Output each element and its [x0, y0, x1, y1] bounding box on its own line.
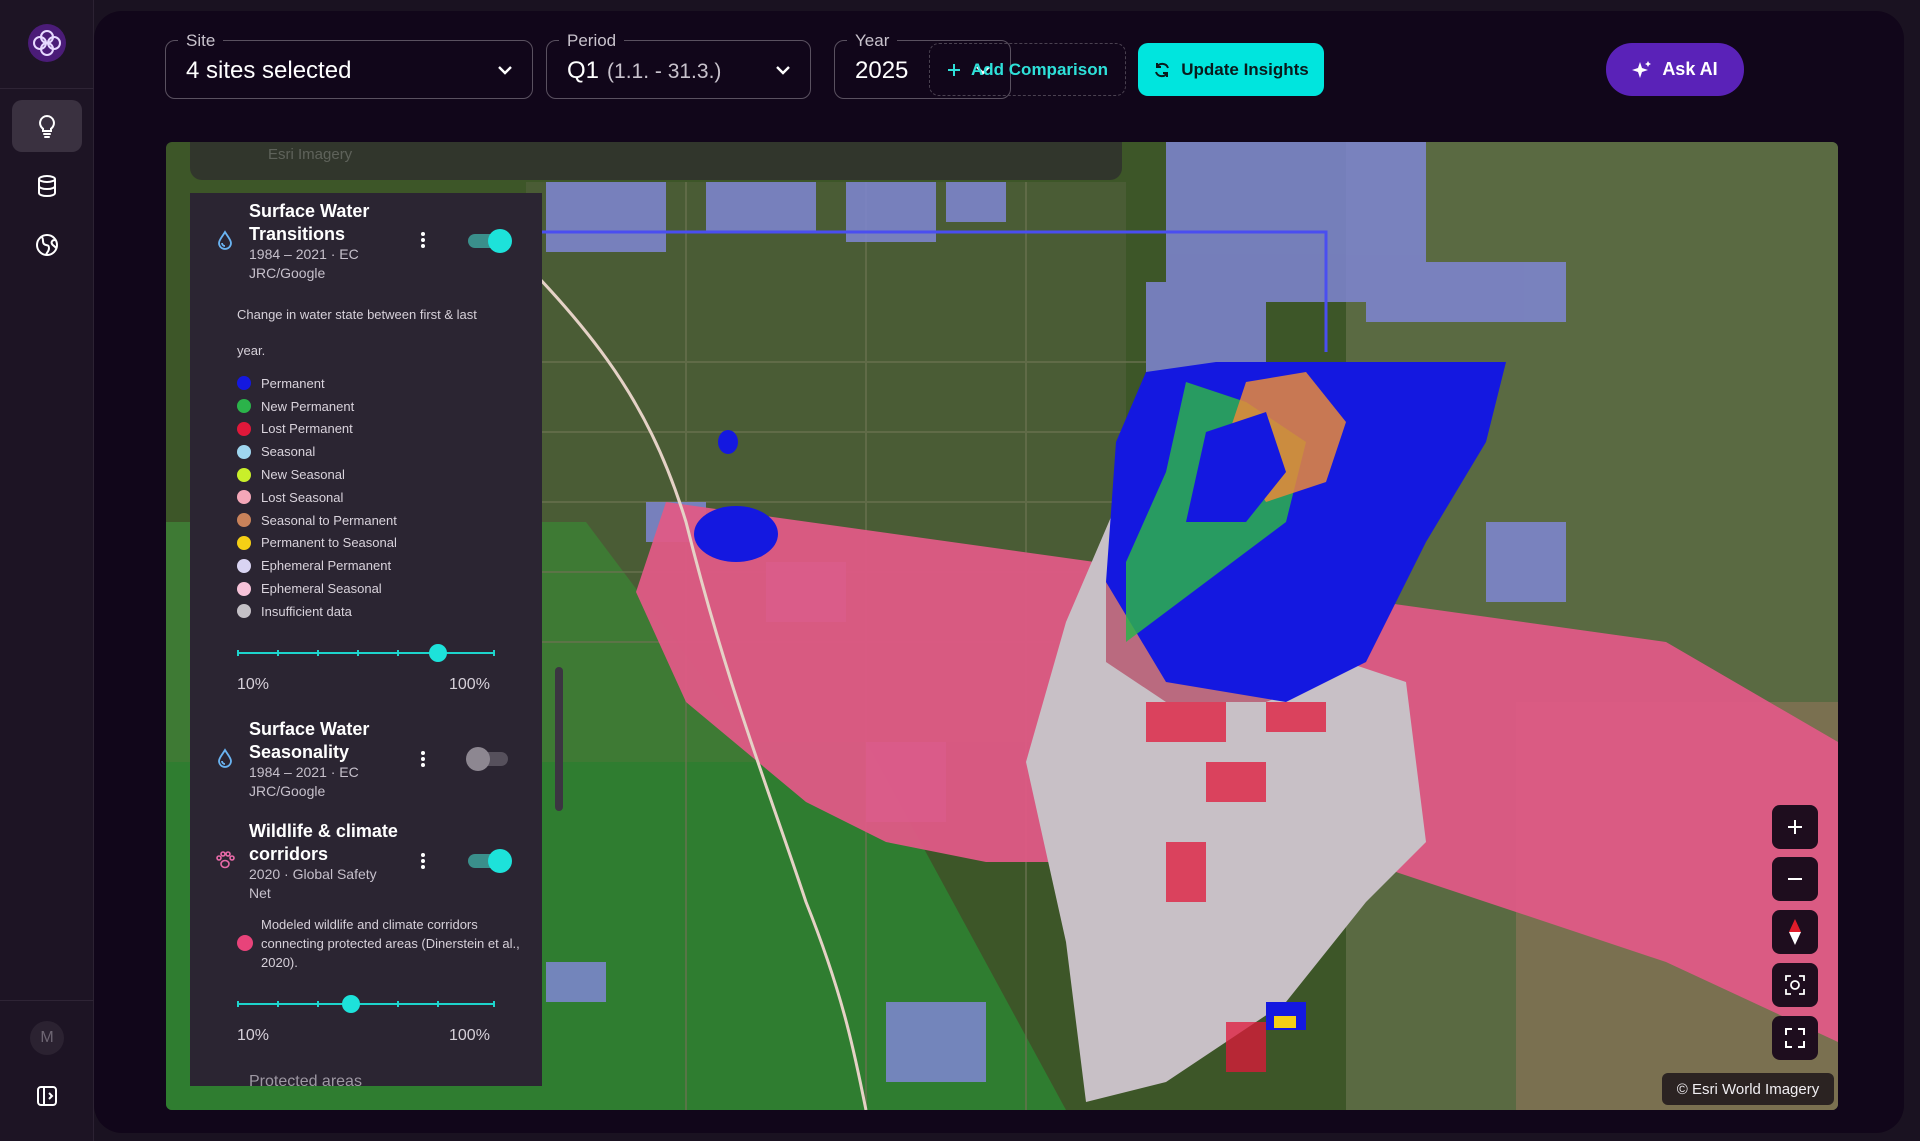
legend-item: Ephemeral Seasonal: [237, 577, 397, 600]
insights-nav-button[interactable]: [12, 100, 82, 152]
plus-icon: [948, 63, 961, 76]
more-options-icon[interactable]: [420, 750, 426, 768]
year-value: 2025: [855, 57, 909, 84]
locate-icon: [1785, 975, 1805, 995]
water-drop-icon: [218, 230, 232, 250]
legend-swatch: [237, 513, 251, 528]
period-label: Period: [559, 31, 625, 51]
data-nav-button[interactable]: [12, 160, 82, 212]
navigation-rail: M: [0, 0, 94, 1141]
legend-item: Lost Permanent: [237, 418, 397, 441]
collapse-sidebar-button[interactable]: [12, 1070, 82, 1122]
legend-swatch: [237, 935, 253, 951]
site-select[interactable]: Site 4 sites selected: [165, 31, 533, 99]
legend-swatch: [237, 558, 251, 573]
site-label: Site: [178, 31, 224, 51]
legend-swatch: [237, 421, 251, 436]
legend-item: Lost Seasonal: [237, 486, 397, 509]
layer-title-surface-water-seasonality: Surface Water Seasonality: [249, 719, 370, 762]
layer-toggle-wildlife-corridors[interactable]: [468, 849, 512, 873]
chevron-down-icon: [498, 66, 512, 75]
refresh-icon: [1155, 62, 1170, 77]
layer-meta: 1984 – 2021 · EC JRC/Google: [249, 246, 359, 281]
legend-swatch: [237, 490, 251, 505]
compass-icon: [1789, 919, 1801, 945]
map-toolbar: Esri Imagery: [190, 142, 1122, 180]
sidebar-panel-icon: [37, 1086, 57, 1106]
legend-swatch: [237, 399, 251, 414]
fullscreen-icon: [1785, 1028, 1805, 1048]
opacity-slider-surface-water-transitions[interactable]: [237, 643, 495, 663]
slider-min-label: 10%: [237, 676, 270, 693]
add-comparison-button[interactable]: Add Comparison: [929, 43, 1126, 96]
year-label: Year: [847, 31, 898, 51]
map-attribution: © Esri World Imagery: [1662, 1073, 1834, 1105]
rail-divider: [0, 88, 94, 89]
slider-min-label: 10%: [237, 1027, 270, 1044]
site-value: 4 sites selected: [186, 57, 352, 84]
more-options-icon[interactable]: [420, 231, 426, 249]
layer-title-protected-areas: Protected areas: [249, 1073, 362, 1086]
layers-panel: Surface Water Transitions 1984 – 2021 · …: [190, 193, 542, 1086]
legend-item: New Permanent: [237, 395, 397, 418]
legend-item: Ephemeral Permanent: [237, 554, 397, 577]
legend-swatch: [237, 376, 251, 391]
layer-description: Change in water state between first & la…: [237, 307, 477, 358]
ask-ai-label: Ask AI: [1662, 59, 1718, 79]
app-logo-icon[interactable]: [26, 24, 68, 62]
legend-swatch: [237, 467, 251, 482]
legend-swatch: [237, 604, 251, 619]
basemap-label: Esri Imagery: [268, 146, 353, 163]
compass-button[interactable]: [1772, 910, 1818, 954]
layer-meta: 1984 – 2021 · EC JRC/Google: [249, 764, 359, 799]
legend-item: Seasonal: [237, 440, 397, 463]
opacity-slider-wildlife-corridors[interactable]: [237, 994, 495, 1014]
update-insights-label: Update Insights: [1181, 59, 1309, 79]
update-insights-button[interactable]: Update Insights: [1138, 43, 1324, 96]
paw-print-icon: [216, 851, 235, 869]
water-transitions-legend: Permanent New Permanent Lost Permanent S…: [237, 372, 397, 623]
slider-max-label: 100%: [449, 1027, 490, 1044]
slider-thumb[interactable]: [429, 644, 448, 662]
layer-title-surface-water-transitions: Surface Water Transitions: [249, 201, 370, 244]
legend-item: Permanent: [237, 372, 397, 395]
layer-toggle-surface-water-seasonality[interactable]: [466, 747, 512, 771]
globe-nav-button[interactable]: [12, 219, 82, 271]
period-range: (1.1. - 31.3.): [607, 60, 722, 83]
more-options-icon[interactable]: [420, 852, 426, 870]
zoom-in-button[interactable]: [1772, 805, 1818, 849]
panel-scrollbar[interactable]: [555, 667, 563, 811]
ask-ai-button[interactable]: Ask AI: [1606, 43, 1744, 96]
legend-item: Permanent to Seasonal: [237, 532, 397, 555]
fullscreen-button[interactable]: [1772, 1016, 1818, 1060]
legend-swatch: [237, 444, 251, 459]
plus-icon: [1788, 820, 1802, 834]
period-select[interactable]: Period Q1 (1.1. - 31.3.): [546, 31, 811, 99]
globe-icon: [36, 234, 58, 256]
layer-description: Modeled wildlife and climate corridors c…: [261, 917, 520, 970]
user-avatar[interactable]: M: [30, 1021, 64, 1055]
layer-toggle-surface-water-transitions[interactable]: [468, 229, 512, 253]
period-value: Q1 (1.1. - 31.3.): [567, 57, 722, 84]
slider-thumb[interactable]: [341, 995, 360, 1013]
legend-item: Seasonal to Permanent: [237, 509, 397, 532]
sparkle-icon: [1632, 60, 1652, 78]
layer-title-wildlife-corridors: Wildlife & climate corridors: [249, 821, 398, 864]
legend-swatch: [237, 535, 251, 550]
database-icon: [38, 175, 56, 198]
legend-item: Insufficient data: [237, 600, 397, 623]
legend-swatch: [237, 581, 251, 596]
chevron-down-icon: [776, 66, 790, 75]
add-comparison-label: Add Comparison: [971, 59, 1108, 79]
layer-meta: 2020 · Global Safety Net: [249, 866, 377, 901]
minus-icon: [1788, 878, 1802, 880]
rail-divider: [0, 1000, 94, 1001]
slider-max-label: 100%: [449, 676, 490, 693]
zoom-out-button[interactable]: [1772, 857, 1818, 901]
locate-button[interactable]: [1772, 963, 1818, 1007]
legend-item: New Seasonal: [237, 463, 397, 486]
water-drop-icon: [218, 748, 232, 768]
lightbulb-icon: [39, 114, 55, 138]
